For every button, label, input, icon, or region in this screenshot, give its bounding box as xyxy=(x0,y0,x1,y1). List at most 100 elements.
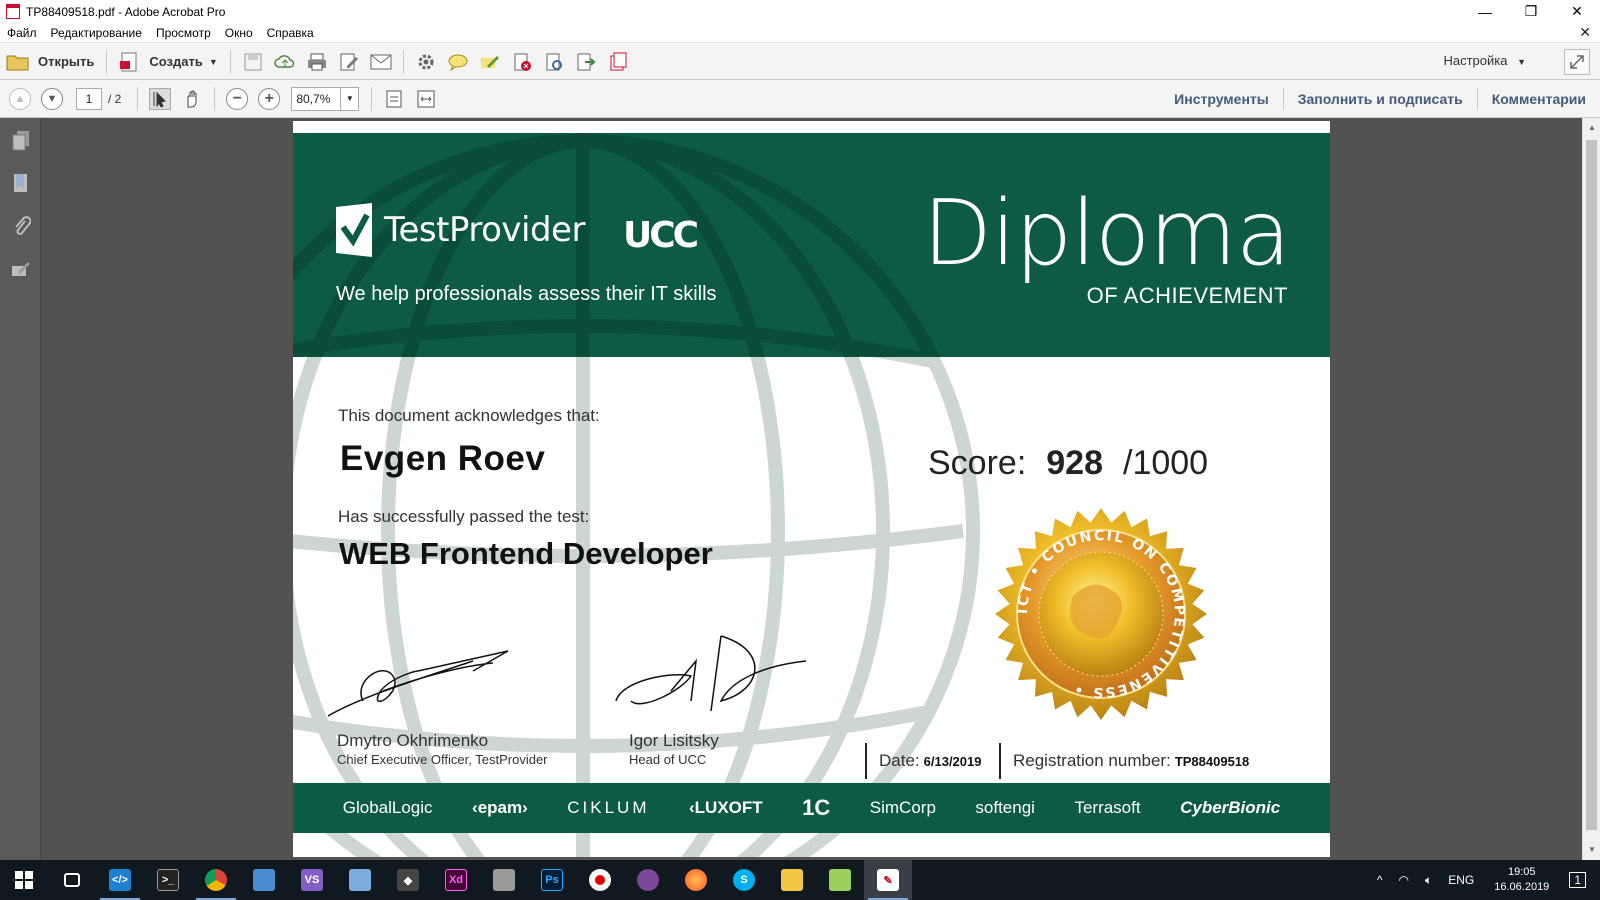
attachments-icon[interactable] xyxy=(0,204,41,247)
test-name: WEB Frontend Developer xyxy=(339,536,713,571)
restore-button[interactable]: ❐ xyxy=(1508,0,1554,23)
print-icon[interactable] xyxy=(306,51,328,73)
taskbar-photoshop[interactable]: Ps xyxy=(528,860,576,900)
taskbar-explorer[interactable] xyxy=(768,860,816,900)
fit-width-icon[interactable] xyxy=(415,88,437,110)
taskbar-visual-studio[interactable]: VS xyxy=(288,860,336,900)
email-icon[interactable] xyxy=(370,51,392,73)
partner-simcorp: SimCorp xyxy=(869,798,936,817)
minimize-button[interactable]: — xyxy=(1462,0,1508,23)
registration-label: Registration number: xyxy=(1013,751,1171,770)
fill-sign-pane-link[interactable]: Заполнить и подписать xyxy=(1282,88,1477,110)
taskbar-app-gray[interactable] xyxy=(480,860,528,900)
registration-value: TP88409518 xyxy=(1174,753,1250,769)
save-icon[interactable] xyxy=(242,51,264,73)
clock-time: 19:05 xyxy=(1508,866,1536,878)
scrollbar-thumb[interactable] xyxy=(1586,140,1597,830)
page-total: / 2 xyxy=(108,91,122,106)
firefox-icon xyxy=(685,869,707,891)
menu-window[interactable]: Окно xyxy=(225,26,253,40)
notepad-icon xyxy=(349,869,371,891)
zoom-input[interactable]: 80,7% xyxy=(291,86,342,111)
toolbar-separator xyxy=(229,49,231,74)
taskbar-app-blue[interactable] xyxy=(240,860,288,900)
task-view-button[interactable] xyxy=(48,860,96,900)
menu-file[interactable]: Файл xyxy=(7,26,37,40)
partner-softengi: softengi xyxy=(975,798,1035,817)
delete-page-icon[interactable] xyxy=(511,51,533,73)
zoom-in-button[interactable]: + xyxy=(258,87,281,110)
highlight-icon[interactable] xyxy=(479,51,501,73)
clock[interactable]: 19:05 16.06.2019 xyxy=(1494,865,1549,895)
score-value: 928 xyxy=(1046,444,1103,482)
taskbar-notepad[interactable] xyxy=(336,860,384,900)
scan-page-icon[interactable] xyxy=(543,51,565,73)
document-view[interactable]: TestProvider UCC We help professionals a… xyxy=(41,118,1582,860)
scroll-up-arrow-icon[interactable]: ▲ xyxy=(1583,120,1600,136)
open-button[interactable]: Открыть xyxy=(0,48,100,76)
page-number-input[interactable]: 1 xyxy=(76,87,102,110)
open-label: Открыть xyxy=(38,54,95,69)
taskbar-inkscape[interactable]: ◆ xyxy=(384,860,432,900)
tools-pane-link[interactable]: Инструменты xyxy=(1160,88,1283,110)
vertical-scrollbar[interactable]: ▲ ▼ xyxy=(1582,118,1600,860)
task-view-icon xyxy=(64,873,80,887)
checkmark-badge-icon xyxy=(336,203,372,257)
menu-view[interactable]: Просмотр xyxy=(156,26,211,40)
clock-date: 16.06.2019 xyxy=(1494,881,1550,893)
signer-2-name: Igor Lisitsky xyxy=(629,731,719,750)
customize-dropdown[interactable]: Настройка ▼ xyxy=(1443,53,1526,68)
menu-help[interactable]: Справка xyxy=(267,26,314,40)
taskbar-tor[interactable] xyxy=(624,860,672,900)
start-button[interactable] xyxy=(0,860,48,900)
close-button[interactable]: ✕ xyxy=(1554,0,1600,23)
terminal-icon: >_ xyxy=(157,869,179,891)
menu-edit[interactable]: Редактирование xyxy=(51,26,142,40)
extract-pages-icon[interactable] xyxy=(607,51,629,73)
create-button[interactable]: Создать ▼ xyxy=(113,48,223,76)
next-page-button[interactable]: ▼ xyxy=(41,87,63,110)
system-tray: ^ ◠ 🔈︎ ENG 19:05 16.06.2019 1 xyxy=(1369,860,1600,900)
volume-icon[interactable]: 🔈︎ xyxy=(1425,873,1432,888)
registration-field: Registration number: TP88409518 xyxy=(999,743,1249,779)
network-icon[interactable]: ◠ xyxy=(1399,873,1409,887)
taskbar-firefox[interactable] xyxy=(672,860,720,900)
taskbar-chrome[interactable] xyxy=(192,860,240,900)
window-title: TP88409518.pdf - Adobe Acrobat Pro xyxy=(26,4,226,19)
scroll-down-arrow-icon[interactable]: ▼ xyxy=(1583,842,1600,858)
language-indicator[interactable]: ENG xyxy=(1448,873,1474,887)
cloud-upload-icon[interactable] xyxy=(274,51,296,73)
close-document-button[interactable]: ✕ xyxy=(1579,24,1591,41)
taskbar-acrobat[interactable]: ✎ xyxy=(864,860,912,900)
taskbar-notepad-green[interactable] xyxy=(816,860,864,900)
zoom-dropdown-button[interactable]: ▼ xyxy=(341,86,360,111)
fit-page-icon[interactable] xyxy=(383,88,405,110)
zoom-out-button[interactable]: − xyxy=(226,87,249,110)
notepad-plus-icon xyxy=(829,869,851,891)
signer-1-role: Chief Executive Officer, TestProvider xyxy=(337,752,548,767)
taskbar-vscode[interactable]: </> xyxy=(96,860,144,900)
notifications-icon[interactable]: 1 xyxy=(1569,872,1586,888)
arrow-down-icon: ▼ xyxy=(46,92,58,105)
taskbar-recorder[interactable] xyxy=(576,860,624,900)
select-tool-icon[interactable] xyxy=(149,87,172,110)
signatures-icon[interactable] xyxy=(0,247,41,290)
plus-icon: + xyxy=(264,89,275,107)
edit-document-icon[interactable] xyxy=(338,51,360,73)
date-field: Date: 6/13/2019 xyxy=(865,743,981,779)
bookmarks-icon[interactable] xyxy=(0,161,41,204)
full-screen-button[interactable] xyxy=(1564,49,1590,75)
taskbar-skype[interactable]: S xyxy=(720,860,768,900)
tray-overflow-icon[interactable]: ^ xyxy=(1377,873,1383,887)
previous-page-button[interactable]: ▲ xyxy=(9,87,31,110)
taskbar-adobe-xd[interactable]: Xd xyxy=(432,860,480,900)
comment-icon[interactable] xyxy=(447,51,469,73)
export-page-icon[interactable] xyxy=(575,51,597,73)
comment-pane-link[interactable]: Комментарии xyxy=(1476,88,1600,110)
gear-icon[interactable] xyxy=(415,51,437,73)
certificate-header: TestProvider UCC We help professionals a… xyxy=(293,133,1330,357)
partner-globallogic: GlobalLogic xyxy=(342,798,433,817)
hand-tool-icon[interactable] xyxy=(181,88,203,110)
taskbar-terminal[interactable]: >_ xyxy=(144,860,192,900)
page-thumbnails-icon[interactable] xyxy=(0,118,41,161)
